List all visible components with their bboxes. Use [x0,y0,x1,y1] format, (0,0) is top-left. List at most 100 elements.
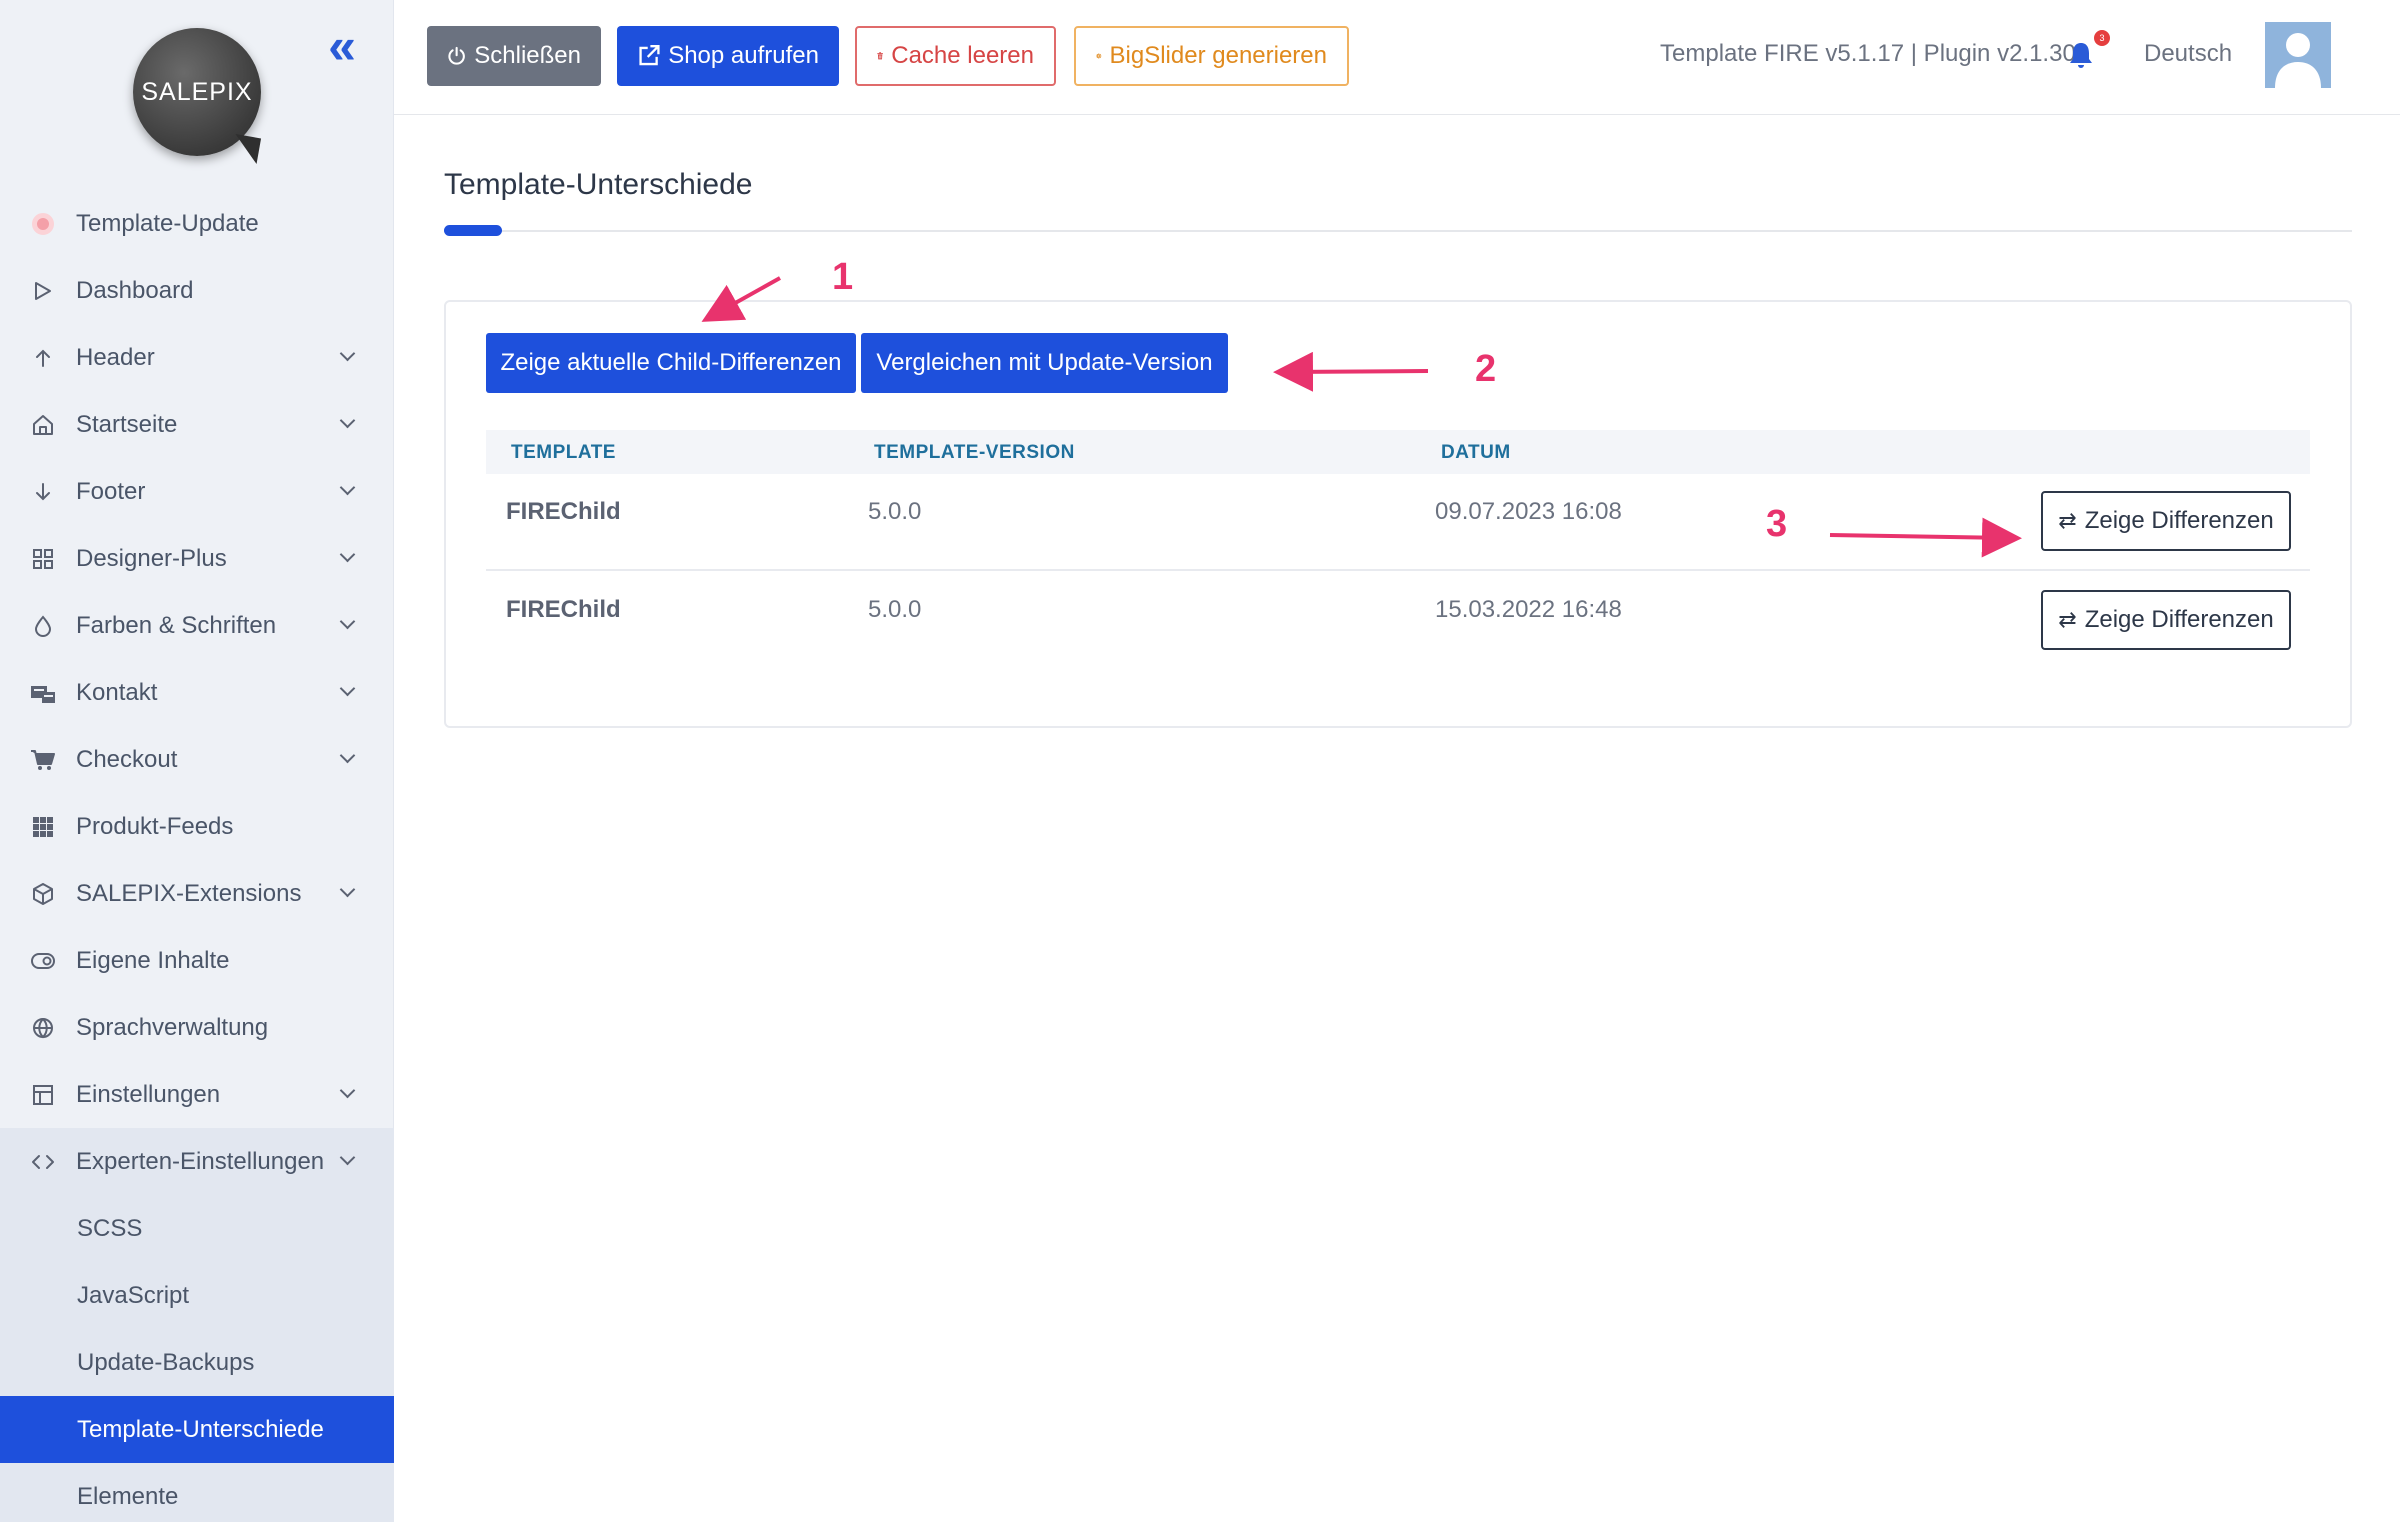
logo-text: SALEPIX [141,77,253,106]
show-differences-label: Zeige Differenzen [2084,507,2274,534]
chevron-down-icon [340,482,356,498]
annotation-number-2: 2 [1475,348,1497,390]
trash-icon [877,52,883,60]
sidebar-item-label: Sprachverwaltung [76,1013,269,1041]
collapse-sidebar-icon[interactable]: « [322,21,362,71]
table-header [486,430,2310,474]
sidebar-item-eigene-inhalte[interactable]: Eigene Inhalte [0,927,394,994]
home-icon [30,412,56,438]
sidebar-item-checkout[interactable]: Checkout [0,726,394,793]
annotation-number-3: 3 [1766,503,1788,545]
sidebar-subitem-label: Update-Backups [77,1348,255,1376]
sidebar-item-startseite[interactable]: Startseite [0,391,394,458]
close-button[interactable]: Schließen [427,26,601,86]
chevron-down-icon [340,549,356,565]
avatar[interactable] [2265,22,2331,88]
sidebar-item-footer[interactable]: Footer [0,458,394,525]
close-button-label: Schließen [474,42,581,69]
sidebar-item-label: Experten-Einstellungen [76,1147,325,1175]
code-icon [30,1149,56,1175]
external-link-icon [639,45,660,66]
sidebar-item-label: Checkout [76,745,178,773]
sidebar-item-label: Kontakt [76,678,158,706]
play-icon [30,278,56,304]
grid-icon [30,546,56,572]
dot-icon [30,211,56,237]
table-cell-template: FIREChild [506,596,621,623]
topbar: Schließen Shop aufrufen Cache leeren Big… [394,0,2400,115]
sidebar-subitem-scss[interactable]: SCSS [0,1195,394,1262]
sidebar-item-label: Header [76,343,155,371]
annotation-number-1: 1 [832,256,854,298]
droplet-icon [30,613,56,639]
globe-icon [30,1015,56,1041]
show-child-differences-button[interactable]: Zeige aktuelle Child-Differenzen [486,333,856,393]
arrow-up-icon [30,345,56,371]
column-header-template: TEMPLATE [511,442,616,463]
sidebar-subitem-javascript[interactable]: JavaScript [0,1262,394,1329]
sidebar-item-label: Footer [76,477,146,505]
sidebar-item-designer-plus[interactable]: Designer-Plus [0,525,394,592]
sidebar-subitem-update-backups[interactable]: Update-Backups [0,1329,394,1396]
page-title: Template-Unterschiede [444,168,753,201]
show-differences-label: Zeige Differenzen [2084,606,2274,633]
sidebar-item-sprachverwaltung[interactable]: Sprachverwaltung [0,994,394,1061]
generate-bigslider-button[interactable]: BigSlider generieren [1074,26,1349,86]
table-cell-date: 09.07.2023 16:08 [1435,498,1622,525]
clear-cache-label: Cache leeren [891,42,1034,69]
sidebar-item-header[interactable]: Header [0,324,394,391]
chevron-down-icon [340,348,356,364]
column-header-version: TEMPLATE-VERSION [874,442,1075,463]
column-header-date: DATUM [1441,442,1511,463]
power-icon [448,46,465,65]
sidebar-item-label: Produkt-Feeds [76,812,234,840]
bell-icon[interactable] [2068,40,2094,70]
sidebar-item-produkt-feeds[interactable]: Produkt-Feeds [0,793,394,860]
sidebar-item-label: Designer-Plus [76,544,227,572]
user-icon [2275,33,2321,88]
sidebar-item-label: SALEPIX-Extensions [76,879,302,907]
chevron-down-icon [340,884,356,900]
chevron-down-icon [340,750,356,766]
notification-badge: 3 [2094,30,2110,46]
table-cell-version: 5.0.0 [868,596,922,623]
version-info: Template FIRE v5.1.17 | Plugin v2.1.30 [1660,40,2076,67]
apps-icon [30,814,56,840]
show-differences-button[interactable]: ⇄ Zeige Differenzen [2041,590,2291,650]
sidebar-subitem-elemente[interactable]: Elemente [0,1463,394,1522]
sidebar-item-farben-schriften[interactable]: Farben & Schriften [0,592,394,659]
sidebar: SALEPIX « Template-Update Dashboard Head… [0,0,394,1522]
sidebar-item-einstellungen[interactable]: Einstellungen [0,1061,394,1128]
sidebar-nav: Template-Update Dashboard Header Startse… [0,190,394,1522]
sidebar-item-kontakt[interactable]: Kontakt [0,659,394,726]
sidebar-item-label: Template-Update [76,209,259,237]
sidebar-item-salepix-extensions[interactable]: SALEPIX-Extensions [0,860,394,927]
cart-icon [30,747,56,773]
box-icon [30,881,56,907]
language-selector[interactable]: Deutsch [2144,40,2232,68]
open-shop-button[interactable]: Shop aufrufen [617,26,839,86]
sidebar-subitem-template-unterschiede[interactable]: Template-Unterschiede [0,1396,394,1463]
sidebar-subitem-label: Template-Unterschiede [77,1415,324,1443]
sidebar-subitem-label: JavaScript [77,1281,190,1309]
chevron-down-icon [340,415,356,431]
chevron-down-icon [340,1152,356,1168]
compare-update-version-button[interactable]: Vergleichen mit Update-Version [861,333,1228,393]
sidebar-item-label: Eigene Inhalte [76,946,230,974]
sidebar-item-label: Startseite [76,410,178,438]
sidebar-item-template-update[interactable]: Template-Update [0,190,394,257]
sidebar-item-label: Dashboard [76,276,194,304]
clear-cache-button[interactable]: Cache leeren [855,26,1056,86]
sidebar-item-label: Einstellungen [76,1080,221,1108]
salepix-logo[interactable]: SALEPIX [133,28,261,156]
sidebar-item-dashboard[interactable]: Dashboard [0,257,394,324]
chevron-down-icon [340,683,356,699]
gear-icon [1096,53,1102,59]
sidebar-subitem-label: SCSS [77,1214,143,1242]
table-cell-template: FIREChild [506,498,621,525]
sidebar-item-experten-einstellungen[interactable]: Experten-Einstellungen [0,1128,394,1195]
sidebar-item-label: Farben & Schriften [76,611,277,639]
table-cell-date: 15.03.2022 16:48 [1435,596,1622,623]
show-differences-button[interactable]: ⇄ Zeige Differenzen [2041,491,2291,551]
generate-bigslider-label: BigSlider generieren [1109,42,1327,69]
